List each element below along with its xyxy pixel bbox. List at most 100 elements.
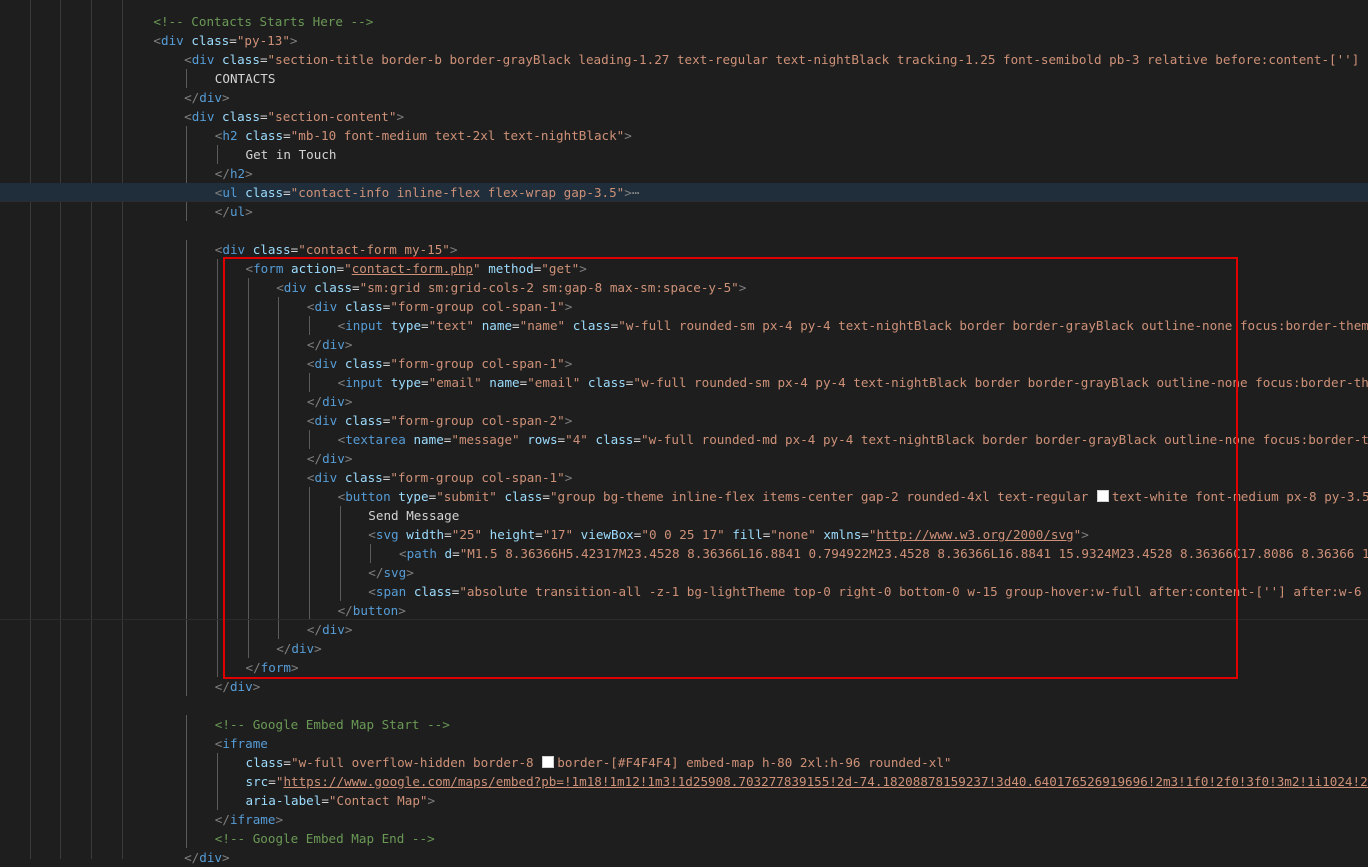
code-text: <input type="text" name="name" class="w-… — [338, 316, 1368, 335]
code-line[interactable]: <path d="M1.5 8.36366H5.42317M23.4528 8.… — [0, 544, 1368, 563]
code-line[interactable]: </iframe> — [0, 810, 1368, 829]
code-line[interactable]: <form action="contact-form.php" method="… — [0, 259, 1368, 278]
code-line[interactable]: </ul> — [0, 202, 1368, 221]
code-token: = — [633, 432, 641, 447]
code-line[interactable]: <div class="form-group col-span-1"> — [0, 297, 1368, 316]
code-line[interactable]: <h2 class="mb-10 font-medium text-2xl te… — [0, 126, 1368, 145]
code-token: class — [184, 33, 230, 48]
code-token: border-[#F4F4F4] embed-map h-80 2xl:h-96… — [557, 755, 951, 770]
code-token: = — [542, 489, 550, 504]
code-text: <path d="M1.5 8.36366H5.42317M23.4528 8.… — [399, 544, 1368, 563]
code-token: div — [230, 679, 253, 694]
code-line[interactable]: </div> — [0, 677, 1368, 696]
code-line[interactable]: <iframe — [0, 734, 1368, 753]
code-token: div — [322, 337, 345, 352]
code-token: class — [565, 318, 611, 333]
code-token: div — [314, 299, 337, 314]
code-line[interactable]: CONTACTS — [0, 69, 1368, 88]
code-token: > — [1081, 527, 1089, 542]
line-separator — [0, 619, 1368, 620]
code-token: > — [396, 109, 404, 124]
code-line[interactable] — [0, 221, 1368, 240]
code-token: d — [437, 546, 452, 561]
code-token: "email" — [429, 375, 482, 390]
code-line[interactable]: <svg width="25" height="17" viewBox="0 0… — [0, 525, 1368, 544]
code-token: > — [565, 356, 573, 371]
code-text: <!-- Google Embed Map Start --> — [215, 715, 450, 734]
code-line[interactable]: <!-- Google Embed Map Start --> — [0, 715, 1368, 734]
code-line[interactable]: <!-- Contacts Starts Here --> — [0, 12, 1368, 31]
code-line[interactable]: </div> — [0, 392, 1368, 411]
code-token: < — [184, 109, 192, 124]
code-line[interactable]: <!-- Google Embed Map End --> — [0, 829, 1368, 848]
code-token: > — [579, 261, 587, 276]
code-text: Get in Touch — [246, 145, 337, 164]
code-line[interactable]: </div> — [0, 449, 1368, 468]
code-token: "text" — [429, 318, 475, 333]
code-token: form — [261, 660, 291, 675]
code-line[interactable]: <div class="sm:grid sm:grid-cols-2 sm:ga… — [0, 278, 1368, 297]
folded-region-icon: ⋯ — [632, 185, 640, 200]
code-text: </button> — [338, 601, 406, 620]
code-line[interactable]: </svg> — [0, 563, 1368, 582]
code-token: = — [260, 109, 268, 124]
code-line[interactable]: <span class="absolute transition-all -z-… — [0, 582, 1368, 601]
code-token: input — [345, 318, 383, 333]
code-token: textarea — [345, 432, 406, 447]
code-line[interactable]: </h2> — [0, 164, 1368, 183]
code-line[interactable]: <div class="section-title border-b borde… — [0, 50, 1368, 69]
code-line[interactable]: Get in Touch — [0, 145, 1368, 164]
code-token: "w-full rounded-sm px-4 py-4 text-nightB… — [618, 318, 1368, 333]
code-line[interactable]: </button> — [0, 601, 1368, 620]
code-line[interactable]: class="w-full overflow-hidden border-8 b… — [0, 753, 1368, 772]
code-token: class — [337, 299, 383, 314]
code-line[interactable]: </div> — [0, 639, 1368, 658]
code-token: "4" — [565, 432, 588, 447]
code-line[interactable]: <button type="submit" class="group bg-th… — [0, 487, 1368, 506]
code-line[interactable]: </div> — [0, 848, 1368, 867]
code-token: "form-group col-span-1" — [390, 299, 564, 314]
code-line[interactable]: <input type="text" name="name" class="w-… — [0, 316, 1368, 335]
link-text: http://www.w3.org/2000/svg — [876, 527, 1073, 542]
code-token: "get" — [541, 261, 579, 276]
code-token: "mb-10 font-medium text-2xl text-nightBl… — [291, 128, 625, 143]
code-line[interactable]: aria-label="Contact Map"> — [0, 791, 1368, 810]
code-line[interactable]: <div class="contact-form my-15"> — [0, 240, 1368, 259]
code-token: </ — [246, 660, 261, 675]
code-token: > — [739, 280, 747, 295]
code-token: xmlns — [816, 527, 862, 542]
code-token: </ — [215, 166, 230, 181]
code-line[interactable]: src="https://www.google.com/maps/embed?p… — [0, 772, 1368, 791]
code-token: </ — [338, 603, 353, 618]
code-token: class — [497, 489, 543, 504]
code-text: <input type="email" name="email" class="… — [338, 373, 1368, 392]
code-token: div — [322, 451, 345, 466]
code-line[interactable]: <textarea name="message" rows="4" class=… — [0, 430, 1368, 449]
code-line[interactable]: Send Message — [0, 506, 1368, 525]
code-line[interactable]: <div class="section-content"> — [0, 107, 1368, 126]
code-text: <h2 class="mb-10 font-medium text-2xl te… — [215, 126, 632, 145]
code-token: = — [861, 527, 869, 542]
code-line[interactable]: <div class="form-group col-span-1"> — [0, 354, 1368, 373]
code-token: type — [391, 489, 429, 504]
code-line[interactable]: <div class="py-13"> — [0, 31, 1368, 50]
code-line[interactable]: <ul class="contact-info inline-flex flex… — [0, 183, 1368, 202]
code-line[interactable]: <input type="email" name="email" class="… — [0, 373, 1368, 392]
code-text: <div class="py-13"> — [153, 31, 297, 50]
code-editor[interactable]: <!-- Contacts Starts Here --><div class=… — [0, 0, 1368, 859]
code-line[interactable]: </div> — [0, 620, 1368, 639]
code-token: < — [368, 527, 376, 542]
code-line[interactable]: <div class="form-group col-span-1"> — [0, 468, 1368, 487]
code-token: ul — [230, 204, 245, 219]
code-token: Get in Touch — [246, 147, 337, 162]
code-line[interactable]: <div class="form-group col-span-2"> — [0, 411, 1368, 430]
code-token: </ — [307, 394, 322, 409]
code-line[interactable]: </div> — [0, 335, 1368, 354]
code-line[interactable] — [0, 696, 1368, 715]
code-line[interactable]: </form> — [0, 658, 1368, 677]
code-line[interactable]: </div> — [0, 88, 1368, 107]
code-token: > — [253, 679, 261, 694]
code-token: > — [450, 242, 458, 257]
code-token: "M1.5 8.36366H5.42317M23.4528 8.36366L16… — [460, 546, 1368, 561]
code-token: div — [322, 622, 345, 637]
